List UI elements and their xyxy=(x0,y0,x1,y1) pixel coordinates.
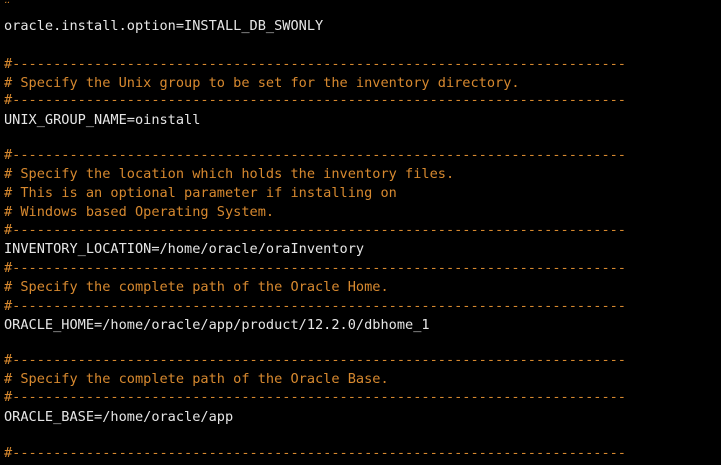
config-line-oracle-base: ORACLE_BASE=/home/oracle/app xyxy=(4,409,234,425)
comment-line: # Specify the location which holds the i… xyxy=(4,166,455,182)
comment-line: #---------------------------------------… xyxy=(4,389,626,405)
comment-line: # Windows based Operating System. xyxy=(4,204,275,220)
comment-line: #---------------------------------------… xyxy=(4,445,626,461)
comment-line: #---------------------------------------… xyxy=(4,56,626,72)
comment-line: #---------------------------------------… xyxy=(4,2,721,10)
config-line-install-option: oracle.install.option=INSTALL_DB_SWONLY xyxy=(4,18,324,34)
terminal-window: #---------------------------------------… xyxy=(0,0,721,465)
comment-line: #---------------------------------------… xyxy=(4,92,626,108)
comment-line: #---------------------------------------… xyxy=(4,260,626,276)
comment-line: #---------------------------------------… xyxy=(4,222,626,238)
comment-line: # Specify the complete path of the Oracl… xyxy=(4,279,389,295)
config-line-oracle-home: ORACLE_HOME=/home/oracle/app/product/12.… xyxy=(4,317,430,333)
comment-line: #---------------------------------------… xyxy=(4,147,626,163)
comment-line: #---------------------------------------… xyxy=(4,298,626,314)
comment-line: #---------------------------------------… xyxy=(4,352,626,368)
config-line-inventory-location: INVENTORY_LOCATION=/home/oracle/oraInven… xyxy=(4,241,365,257)
config-line-unix-group: UNIX_GROUP_NAME=oinstall xyxy=(4,112,201,128)
comment-line: # Specify the complete path of the Oracl… xyxy=(4,371,389,387)
comment-line: # This is an optional parameter if insta… xyxy=(4,185,397,201)
